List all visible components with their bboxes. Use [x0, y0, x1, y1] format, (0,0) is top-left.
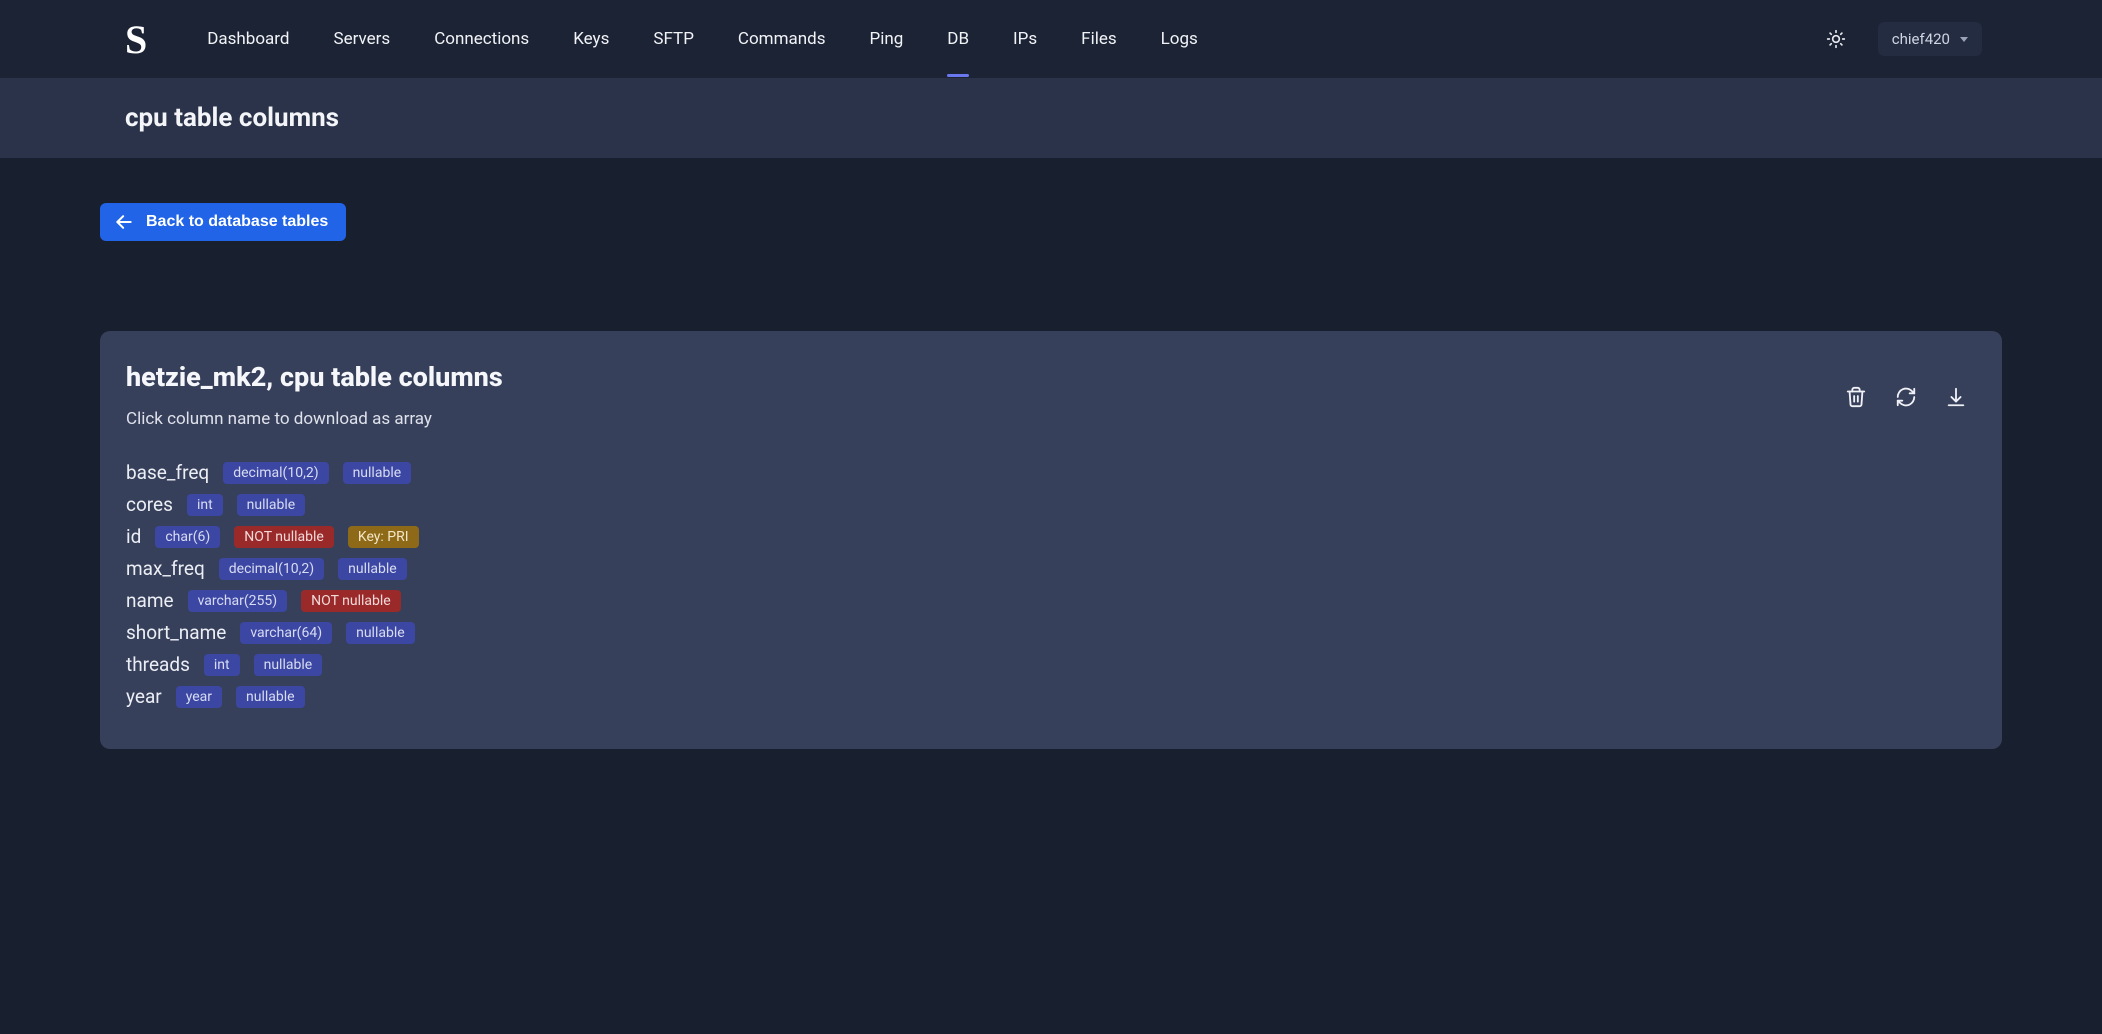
column-row: short_name varchar(64) nullable	[126, 621, 1976, 644]
card-title: hetzie_mk2, cpu table columns	[126, 361, 503, 393]
nullable-badge: nullable	[338, 558, 407, 580]
download-button[interactable]	[1942, 383, 1970, 411]
chevron-down-icon	[1960, 37, 1968, 42]
nav-item-keys[interactable]: Keys	[573, 23, 609, 55]
columns-list: base_freqdecimal(10,2)nullablecoresintnu…	[126, 461, 1976, 708]
nav-item-files[interactable]: Files	[1081, 23, 1116, 55]
page-title: cpu table columns	[125, 103, 339, 133]
back-button-label: Back to database tables	[146, 213, 328, 231]
type-badge: varchar(255)	[188, 590, 288, 612]
column-row: base_freq decimal(10,2) nullable	[126, 461, 1976, 484]
sun-icon	[1826, 29, 1846, 49]
nav-item-ips[interactable]: IPs	[1013, 23, 1037, 55]
not-nullable-badge: NOT nullable	[301, 590, 401, 612]
type-badge: decimal(10,2)	[219, 558, 324, 580]
card-actions	[1842, 383, 1970, 411]
nav-item-dashboard[interactable]: Dashboard	[207, 23, 289, 55]
nav-items: Dashboard Servers Connections Keys SFTP Comma…	[207, 23, 1822, 55]
arrow-left-icon	[114, 212, 134, 232]
column-name[interactable]: year	[126, 685, 162, 708]
nullable-badge: nullable	[254, 654, 323, 676]
column-name[interactable]: cores	[126, 493, 173, 516]
type-badge: year	[176, 686, 222, 708]
nullable-badge: nullable	[237, 494, 306, 516]
card-header: hetzie_mk2, cpu table columns Click colu…	[126, 361, 1976, 429]
download-icon	[1945, 386, 1967, 408]
nav-right: chief420	[1822, 22, 1982, 56]
nav-item-sftp[interactable]: SFTP	[653, 23, 694, 55]
topnav: S Dashboard Servers Connections Keys SFTP Com…	[0, 0, 2102, 78]
user-name: chief420	[1892, 30, 1950, 48]
card-subtitle: Click column name to download as array	[126, 409, 503, 429]
refresh-icon	[1895, 386, 1917, 408]
nullable-badge: nullable	[346, 622, 415, 644]
column-row: year year nullable	[126, 685, 1976, 708]
column-name[interactable]: threads	[126, 653, 190, 676]
page-body: Back to database tables hetzie_mk2, cpu …	[0, 158, 2102, 809]
trash-icon	[1845, 386, 1867, 408]
nav-item-commands[interactable]: Commands	[738, 23, 826, 55]
type-badge: varchar(64)	[240, 622, 332, 644]
back-button[interactable]: Back to database tables	[100, 203, 346, 241]
nav-item-servers[interactable]: Servers	[333, 23, 390, 55]
column-name[interactable]: id	[126, 525, 141, 548]
logo[interactable]: S	[125, 16, 147, 63]
not-nullable-badge: NOT nullable	[234, 526, 334, 548]
nav-item-ping[interactable]: Ping	[870, 23, 904, 55]
column-row: name varchar(255) NOT nullable	[126, 589, 1976, 612]
column-row: threads int nullable	[126, 653, 1976, 676]
type-badge: decimal(10,2)	[223, 462, 328, 484]
delete-button[interactable]	[1842, 383, 1870, 411]
nav-item-logs[interactable]: Logs	[1161, 23, 1198, 55]
column-name[interactable]: name	[126, 589, 174, 612]
nullable-badge: nullable	[236, 686, 305, 708]
column-name[interactable]: short_name	[126, 621, 226, 644]
type-badge: int	[204, 654, 240, 676]
type-badge: char(6)	[155, 526, 220, 548]
column-name[interactable]: max_freq	[126, 557, 205, 580]
user-menu[interactable]: chief420	[1878, 22, 1982, 56]
subheader: cpu table columns	[0, 78, 2102, 158]
nav-item-connections[interactable]: Connections	[434, 23, 529, 55]
nav-item-db[interactable]: DB	[947, 23, 969, 55]
key-badge: Key: PRI	[348, 526, 419, 548]
columns-card: hetzie_mk2, cpu table columns Click colu…	[100, 331, 2002, 749]
column-row: id char(6) NOT nullable Key: PRI	[126, 525, 1976, 548]
nullable-badge: nullable	[343, 462, 412, 484]
type-badge: int	[187, 494, 223, 516]
column-row: cores int nullable	[126, 493, 1976, 516]
column-name[interactable]: base_freq	[126, 461, 209, 484]
refresh-button[interactable]	[1892, 383, 1920, 411]
column-row: max_freq decimal(10,2) nullable	[126, 557, 1976, 580]
theme-toggle-button[interactable]	[1822, 25, 1850, 53]
